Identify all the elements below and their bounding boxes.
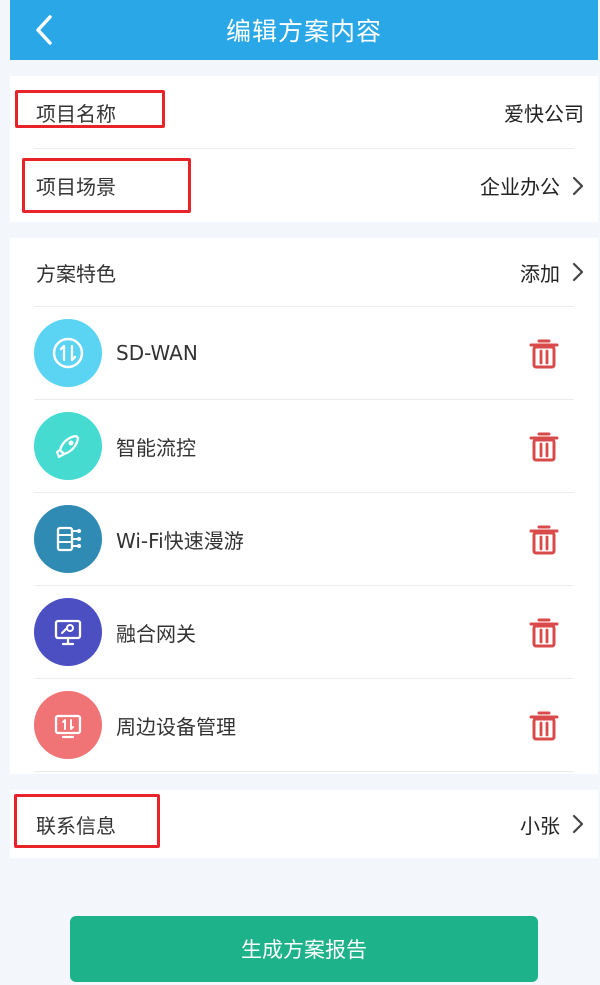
feature-item-wifi-roaming[interactable]: Wi-Fi快速漫游	[34, 493, 574, 585]
highlight-box	[22, 158, 191, 213]
header-bar: 编辑方案内容	[10, 0, 598, 60]
rocket-icon	[55, 434, 80, 459]
project-name-value: 爱快公司	[504, 101, 584, 126]
device-icon	[54, 714, 82, 739]
add-feature-button[interactable]: 添加	[520, 258, 584, 287]
chevron-right-icon	[572, 814, 584, 834]
trash-icon[interactable]	[526, 521, 562, 557]
feature-icon-badge	[34, 598, 102, 666]
feature-name: SD-WAN	[116, 341, 198, 365]
generate-report-button[interactable]: 生成方案报告	[70, 916, 538, 982]
feature-name: Wi-Fi快速漫游	[116, 528, 244, 553]
trash-icon[interactable]	[526, 335, 562, 371]
chevron-right-icon	[572, 262, 584, 282]
features-header-row: 方案特色 添加	[24, 238, 584, 306]
sdwan-icon	[52, 337, 84, 369]
feature-icon-badge	[34, 505, 102, 573]
back-button[interactable]	[28, 12, 60, 48]
trash-icon[interactable]	[526, 428, 562, 464]
feature-icon-badge	[34, 691, 102, 759]
features-card: 方案特色 添加 SD-WAN 智能流控 Wi-Fi快速漫游 融合网关 周边设备管…	[10, 238, 598, 774]
server-icon	[56, 526, 81, 552]
trash-icon[interactable]	[526, 707, 562, 743]
feature-item-sdwan[interactable]: SD-WAN	[34, 307, 574, 399]
feature-item-flow-control[interactable]: 智能流控	[34, 400, 574, 492]
feature-icon-badge	[34, 319, 102, 387]
project-scene-text: 企业办公	[480, 175, 560, 199]
divider	[34, 771, 574, 772]
contact-name-text: 小张	[520, 813, 560, 838]
contact-value: 小张	[520, 810, 584, 839]
page-title: 编辑方案内容	[225, 17, 382, 46]
highlight-box	[14, 794, 160, 848]
add-feature-text: 添加	[520, 261, 560, 286]
feature-icon-badge	[34, 412, 102, 480]
chevron-left-icon	[36, 15, 52, 45]
feature-name: 周边设备管理	[116, 714, 236, 739]
highlight-box	[15, 90, 165, 128]
features-label: 方案特色	[36, 261, 116, 286]
feature-item-device-management[interactable]: 周边设备管理	[34, 679, 574, 771]
project-scene-value: 企业办公	[480, 171, 584, 200]
feature-name: 智能流控	[116, 435, 196, 460]
feature-item-gateway[interactable]: 融合网关	[34, 586, 574, 678]
chevron-right-icon	[572, 176, 584, 195]
feature-name: 融合网关	[116, 621, 196, 646]
monitor-icon	[54, 619, 82, 646]
trash-icon[interactable]	[526, 614, 562, 650]
